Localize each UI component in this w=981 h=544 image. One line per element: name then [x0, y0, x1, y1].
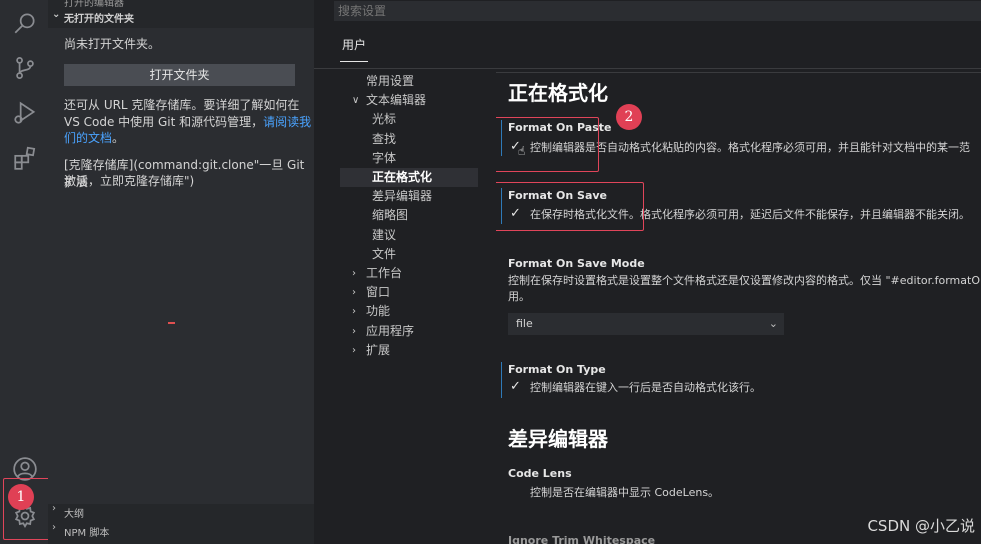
clone-text-1: 还可从 URL 克隆存储库。要详细了解如何在	[64, 98, 300, 112]
code-lens-title: Code Lens	[508, 467, 572, 480]
format-on-save-mode-desc-2: 用。	[508, 290, 530, 303]
chevron-right-icon: ›	[52, 503, 56, 514]
format-on-type-title: Format On Type	[508, 363, 606, 376]
npm-scripts-section-header[interactable]: › NPM 脚本	[48, 522, 314, 539]
ignore-trim-whitespace-title: Ignore Trim Whitespace	[508, 534, 656, 544]
chevron-down-icon: ⌄	[52, 9, 61, 20]
chevron-right-icon: ›	[52, 522, 56, 533]
annotation-badge-2: 2	[616, 104, 642, 130]
content-top-divider	[496, 72, 981, 73]
outline-label: 大纲	[64, 509, 84, 520]
section-heading-diff-editor: 差异编辑器	[508, 427, 608, 451]
watermark: CSDN @小乙说	[867, 517, 975, 535]
annotation-badge-1: 1	[8, 484, 34, 510]
clone-repo-text-2: 激活，立即克隆存储库")	[64, 174, 195, 188]
settings-content: 正在格式化 Format On Paste ✓ 控制编辑器是否自动格式化粘贴的内…	[496, 72, 981, 544]
code-lens-desc: 控制是否在编辑器中显示 CodeLens。	[530, 486, 720, 499]
format-on-save-mode-title: Format On Save Mode	[508, 257, 645, 270]
tab-user[interactable]: 用户	[340, 37, 369, 62]
toc-item-label: 工作台	[366, 266, 403, 280]
source-control-icon[interactable]	[12, 55, 38, 81]
chevron-right-icon: ›	[352, 268, 356, 279]
open-editors-header[interactable]: 打开的编辑器	[48, 0, 314, 8]
activity-bar: 1	[0, 0, 78, 544]
settings-editor: 用户 常用设置文本编辑器∨光标查找字体正在格式化差异编辑器缩略图建议文件工作台›…	[314, 0, 981, 544]
toc-item-label: 文本编辑器	[366, 93, 427, 108]
settings-tab-bar: 用户	[314, 30, 981, 69]
format-on-save-mode-desc-1: 控制在保存时设置格式是设置整个文件格式还是仅设置修改内容的格式。仅当 "#edi…	[508, 274, 981, 287]
chevron-right-icon: ›	[352, 325, 356, 337]
select-value: file	[516, 317, 533, 330]
chevron-right-icon: ›	[352, 344, 356, 356]
chevron-down-icon: ⌄	[768, 317, 778, 330]
format-on-type-desc: 控制编辑器在键入一行后是否自动格式化该行。	[530, 381, 761, 394]
open-folder-button[interactable]: 打开文件夹	[64, 64, 295, 86]
modified-indicator	[501, 362, 502, 398]
format-on-save-mode-select[interactable]: file ⌄	[508, 313, 784, 335]
npm-label: NPM 脚本	[64, 528, 110, 539]
run-debug-icon[interactable]	[12, 100, 38, 126]
clone-text-3: 们的文档。	[64, 130, 124, 147]
highlight-box-format-on-save	[496, 182, 644, 231]
search-icon[interactable]	[12, 10, 38, 36]
chevron-right-icon: ›	[352, 287, 356, 299]
toc-item-label: 应用程序	[366, 323, 415, 338]
explorer-panel: 打开的编辑器 ⌄ 无打开的文件夹 尚未打开文件夹。 打开文件夹 还可从 URL …	[48, 0, 314, 544]
toc-item-label: 文件	[372, 246, 397, 261]
no-folder-section-header[interactable]: ⌄ 无打开的文件夹	[48, 9, 314, 25]
docs-link-2[interactable]: 们的文档	[64, 131, 112, 145]
toc-item-label: 字体	[372, 150, 397, 165]
toc-item-label: 查找	[372, 131, 397, 146]
toc-item-label: 缩略图	[372, 208, 409, 223]
toc-item-label: 常用设置	[366, 74, 415, 88]
toc-item-label: 差异编辑器	[372, 189, 433, 204]
outline-section-header[interactable]: › 大纲	[48, 503, 314, 520]
section-title: 无打开的文件夹	[64, 14, 134, 25]
toc-item-label: 光标	[372, 112, 397, 127]
clone-text-2-plain: VS Code 中使用 Git 和源代码管理，	[64, 115, 264, 129]
toc-item-label: 建议	[372, 227, 397, 242]
settings-search-input[interactable]	[334, 1, 981, 21]
toc-item[interactable]: 正在格式化	[340, 168, 478, 187]
extensions-icon[interactable]	[12, 145, 38, 171]
highlight-box-format-on-paste	[496, 117, 599, 172]
toc-item-label: 扩展	[366, 342, 391, 357]
red-marker	[168, 322, 175, 324]
chevron-right-icon: ›	[352, 306, 356, 318]
toc-item-label: 正在格式化	[372, 170, 433, 184]
format-on-type-checkbox[interactable]: ✓	[510, 379, 521, 394]
explorer-body: 尚未打开文件夹。 打开文件夹 还可从 URL 克隆存储库。要详细了解如何在 VS…	[48, 28, 314, 504]
section-heading-formatting: 正在格式化	[508, 81, 608, 105]
toc-item-label: 窗口	[366, 285, 391, 300]
chevron-down-icon: ∨	[352, 95, 360, 107]
clone-text-end: 。	[112, 131, 125, 145]
docs-link-1[interactable]: 请阅读我	[263, 115, 311, 129]
no-folder-text: 尚未打开文件夹。	[64, 37, 161, 51]
toc-item-label: 功能	[366, 304, 391, 319]
clone-text-2: VS Code 中使用 Git 和源代码管理，请阅读我	[64, 114, 311, 131]
